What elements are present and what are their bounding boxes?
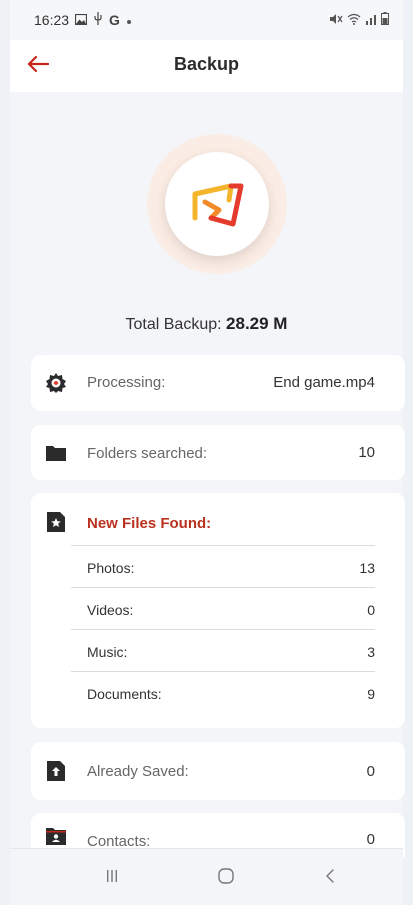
documents-label: Documents: (87, 686, 162, 702)
list-item-music: Music: 3 (71, 629, 375, 672)
new-files-title: New Files Found: (87, 515, 212, 532)
contacts-value: 0 (366, 831, 375, 848)
navigation-bar (10, 848, 403, 905)
system-back-button[interactable] (310, 863, 350, 889)
processing-card: Processing: End game.mp4 (31, 355, 405, 411)
photos-value: 13 (359, 560, 375, 576)
recents-icon (107, 870, 117, 882)
new-files-card: New Files Found: Photos: 13 Videos: 0 Mu… (31, 493, 405, 728)
already-saved-card: Already Saved: 0 (31, 742, 405, 800)
documents-value: 9 (367, 686, 375, 702)
home-button[interactable] (206, 863, 246, 889)
folders-searched-value: 10 (358, 444, 375, 461)
star-file-icon (47, 512, 65, 532)
status-left: 16:23 G (34, 12, 132, 28)
page-title: Backup (173, 54, 240, 74)
backup-logo (147, 134, 287, 274)
videos-value: 0 (367, 602, 375, 618)
google-icon: G (109, 12, 120, 28)
total-backup-label: Total Backup: (125, 316, 222, 333)
list-item-videos: Videos: 0 (71, 587, 375, 630)
total-backup: Total Backup: 28.29 M (0, 314, 413, 334)
videos-label: Videos: (87, 602, 134, 618)
total-backup-value: 28.29 M (226, 314, 288, 333)
logo-badge (165, 152, 269, 256)
signal-icon (365, 13, 377, 28)
phone-screen: 16:23 G Backup Total Backup: 28.29 M Pro… (0, 0, 413, 905)
upload-file-icon (47, 761, 65, 781)
status-time: 16:23 (34, 12, 70, 28)
already-saved-label: Already Saved: (87, 763, 189, 780)
home-icon (218, 868, 234, 884)
photos-label: Photos: (87, 560, 135, 576)
wifi-icon (347, 13, 361, 28)
folders-searched-card: Folders searched: 10 (31, 425, 405, 480)
processing-value: End game.mp4 (273, 374, 375, 391)
dot-icon (126, 12, 132, 28)
battery-icon (381, 12, 389, 28)
music-value: 3 (367, 644, 375, 660)
contacts-folder-icon (46, 828, 66, 845)
mute-icon (329, 13, 343, 28)
folders-searched-label: Folders searched: (87, 445, 208, 462)
usb-icon (93, 12, 103, 28)
status-bar: 16:23 G (10, 0, 403, 40)
recents-button[interactable] (92, 863, 132, 889)
list-item-photos: Photos: 13 (71, 545, 375, 588)
list-item-documents: Documents: 9 (71, 671, 375, 714)
gallery-icon (74, 12, 88, 28)
back-icon (326, 869, 334, 883)
already-saved-value: 0 (366, 763, 375, 780)
app-bar: Backup (10, 40, 403, 92)
processing-label: Processing: (87, 374, 166, 391)
folder-icon (46, 446, 66, 461)
status-right (329, 12, 389, 28)
backup-logo-icon (192, 183, 244, 227)
gear-icon (46, 373, 66, 393)
music-label: Music: (87, 644, 128, 660)
